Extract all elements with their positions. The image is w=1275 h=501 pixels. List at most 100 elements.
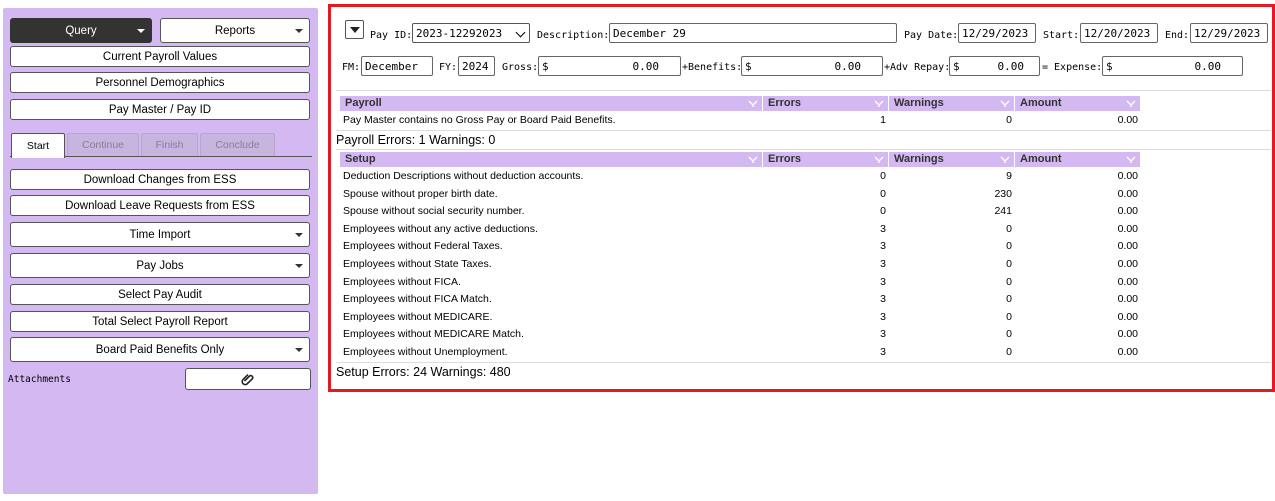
download-changes-button[interactable]: Download Changes from ESS xyxy=(10,169,310,190)
column-header-setup[interactable]: Setup xyxy=(340,152,762,167)
query-dropdown-button[interactable]: Query xyxy=(10,18,152,43)
column-header-warnings[interactable]: Warnings xyxy=(889,96,1014,111)
start-date-field[interactable]: 12/20/2023 xyxy=(1080,23,1158,43)
benefits-label: +Benefits: xyxy=(682,62,743,73)
row-amount: 0.00 xyxy=(1117,276,1138,288)
table-row: Employees without Unemployment. 3 0 0.00 xyxy=(340,344,1140,361)
row-warnings: 0 xyxy=(1006,328,1012,340)
board-paid-benefits-dropdown-button[interactable]: Board Paid Benefits Only xyxy=(10,337,310,362)
tab-continue[interactable]: Continue xyxy=(67,133,139,156)
row-description: Employees without any active deductions. xyxy=(343,223,538,235)
tab-start[interactable]: Start xyxy=(11,133,65,158)
row-warnings: 0 xyxy=(1006,114,1012,126)
select-pay-audit-button[interactable]: Select Pay Audit xyxy=(10,284,310,305)
tab-finish[interactable]: Finish xyxy=(141,133,198,156)
row-amount: 0.00 xyxy=(1117,258,1138,270)
row-errors: 3 xyxy=(880,311,886,323)
column-label: Warnings xyxy=(894,153,944,165)
reports-dropdown-button[interactable]: Reports xyxy=(160,18,310,43)
button-label: Download Changes from ESS xyxy=(83,173,237,186)
row-amount: 0.00 xyxy=(1117,205,1138,217)
tab-label: Finish xyxy=(155,139,184,151)
sort-icon xyxy=(1000,100,1010,107)
row-description: Employees without MEDICARE Match. xyxy=(343,328,524,340)
row-errors: 0 xyxy=(880,205,886,217)
column-header-amount[interactable]: Amount xyxy=(1015,152,1140,167)
tab-label: Continue xyxy=(81,139,125,151)
fiscal-month-field[interactable]: December xyxy=(361,56,433,76)
query-label: Query xyxy=(65,24,97,37)
column-header-errors[interactable]: Errors xyxy=(763,96,888,111)
pay-jobs-dropdown-button[interactable]: Pay Jobs xyxy=(10,253,310,278)
payroll-audit-panel: Pay ID: 2023-12292023 Description: Decem… xyxy=(328,4,1275,392)
pay-date-field[interactable]: 12/29/2023 xyxy=(958,23,1036,43)
expense-field[interactable]: $ 0.00 xyxy=(1102,56,1243,76)
workflow-tabs: Start Continue Finish Conclude xyxy=(10,132,312,158)
triangle-down-icon xyxy=(349,26,360,33)
divider xyxy=(336,362,1271,363)
row-warnings: 230 xyxy=(994,188,1012,200)
caret-down-icon xyxy=(295,28,303,33)
row-warnings: 9 xyxy=(1006,170,1012,182)
gross-field[interactable]: $ 0.00 xyxy=(538,56,681,76)
pay-master-pay-id-button[interactable]: Pay Master / Pay ID xyxy=(10,99,310,120)
pay-id-select[interactable]: 2023-12292023 xyxy=(412,23,530,43)
row-warnings: 0 xyxy=(1006,223,1012,235)
row-description: Deduction Descriptions without deduction… xyxy=(343,170,584,182)
row-description: Spouse without social security number. xyxy=(343,205,525,217)
start-label: Start: xyxy=(1043,30,1080,41)
row-description: Pay Master contains no Gross Pay or Boar… xyxy=(343,114,616,126)
expense-label: = Expense: xyxy=(1042,62,1103,73)
column-label: Payroll xyxy=(345,97,382,109)
column-label: Warnings xyxy=(894,97,944,109)
tab-label: Start xyxy=(26,140,50,152)
button-label: Select Pay Audit xyxy=(118,288,202,301)
sort-icon xyxy=(874,100,884,107)
row-warnings: 0 xyxy=(1006,346,1012,358)
row-errors: 3 xyxy=(880,276,886,288)
download-leave-requests-button[interactable]: Download Leave Requests from ESS xyxy=(10,195,310,216)
column-label: Setup xyxy=(345,153,376,165)
pay-date-value: 12/29/2023 xyxy=(962,26,1029,40)
row-amount: 0.00 xyxy=(1117,223,1138,235)
attachments-button[interactable] xyxy=(185,368,311,390)
time-import-dropdown-button[interactable]: Time Import xyxy=(10,222,310,247)
attachments-label: Attachments xyxy=(8,374,71,385)
current-payroll-values-button[interactable]: Current Payroll Values xyxy=(10,46,310,67)
row-warnings: 0 xyxy=(1006,293,1012,305)
total-select-payroll-report-button[interactable]: Total Select Payroll Report xyxy=(10,311,310,332)
adv-repay-field[interactable]: $ 0.00 xyxy=(949,56,1040,76)
button-label: Download Leave Requests from ESS xyxy=(65,199,255,212)
fiscal-year-value: 2024 xyxy=(462,59,489,73)
column-header-payroll[interactable]: Payroll xyxy=(340,96,762,111)
currency-symbol: $ xyxy=(1106,59,1113,73)
end-date-field[interactable]: 12/29/2023 xyxy=(1190,23,1268,43)
fiscal-year-field[interactable]: 2024 xyxy=(458,56,495,76)
column-header-warnings[interactable]: Warnings xyxy=(889,152,1014,167)
personnel-demographics-button[interactable]: Personnel Demographics xyxy=(10,72,310,93)
divider xyxy=(336,149,1271,150)
row-description: Employees without MEDICARE. xyxy=(343,311,493,323)
description-field[interactable]: December 29 xyxy=(609,23,897,43)
row-errors: 0 xyxy=(880,170,886,182)
payroll-summary: Payroll Errors: 1 Warnings: 0 xyxy=(336,133,496,147)
collapse-toggle-button[interactable] xyxy=(345,20,364,39)
row-description: Employees without FICA Match. xyxy=(343,293,492,305)
column-header-amount[interactable]: Amount xyxy=(1015,96,1140,111)
row-description: Employees without FICA. xyxy=(343,276,461,288)
row-amount: 0.00 xyxy=(1117,170,1138,182)
row-amount: 0.00 xyxy=(1117,240,1138,252)
sort-icon xyxy=(1000,156,1010,163)
benefits-field[interactable]: $ 0.00 xyxy=(741,56,883,76)
sort-icon xyxy=(748,156,758,163)
currency-symbol: $ xyxy=(542,59,549,73)
tab-conclude[interactable]: Conclude xyxy=(200,133,275,156)
start-date-value: 12/20/2023 xyxy=(1084,26,1151,40)
divider xyxy=(336,90,1271,91)
row-errors: 3 xyxy=(880,346,886,358)
caret-down-icon xyxy=(137,28,145,33)
table-row: Employees without MEDICARE. 3 0 0.00 xyxy=(340,309,1140,326)
column-header-errors[interactable]: Errors xyxy=(763,152,888,167)
column-label: Errors xyxy=(768,97,802,109)
end-label: End: xyxy=(1165,30,1190,41)
